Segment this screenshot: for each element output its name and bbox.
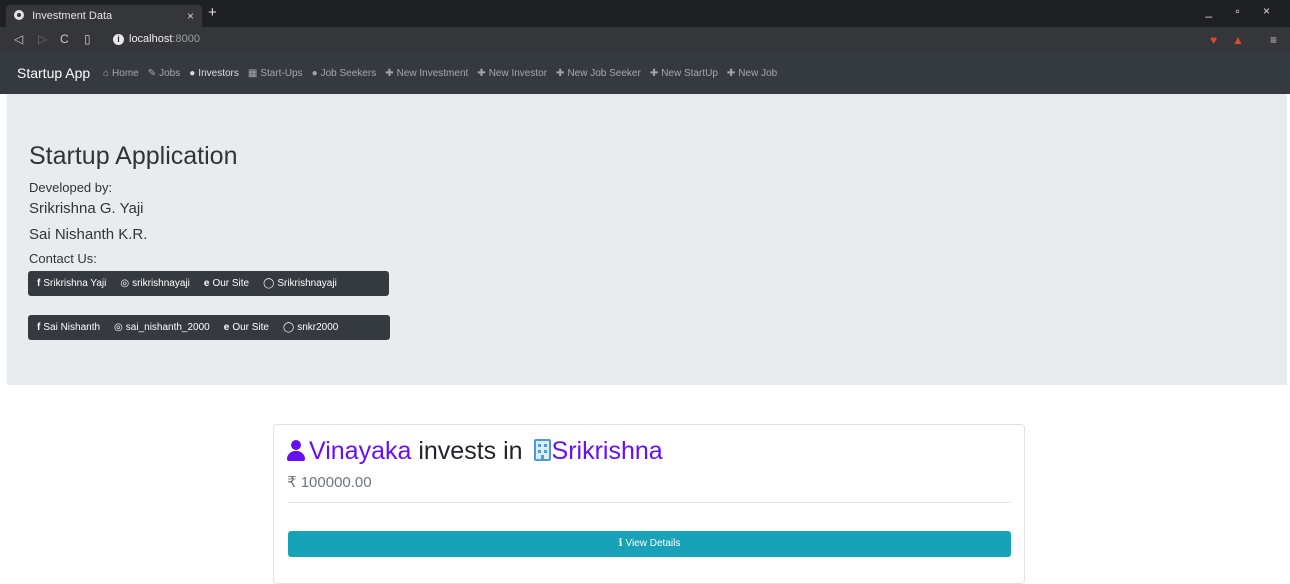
browser-tab-bar: Investment Data × + _ ▫ × [0,0,1290,27]
building-icon [533,439,551,461]
plus-icon: ✚ [477,68,486,79]
globe-icon: e [203,278,210,289]
tab-close-icon[interactable]: × [187,5,194,27]
user-icon: ● [311,68,318,79]
link-label: Our Site [232,322,269,333]
address-bar: ◁ ▷ C ▯ i localhost:8000 ♥ ▲ ≡ [0,27,1290,52]
github-link[interactable]: ◯ snkr2000 [283,322,338,333]
user-icon: ● [189,68,196,79]
view-details-label: View Details [625,538,681,549]
nav-new-job-seeker[interactable]: ✚ New Job Seeker [556,68,641,79]
contact-label: Contact Us: [29,251,97,266]
info-icon: i [618,538,623,549]
link-label: Our Site [212,278,250,289]
contact-bar-sai-nishanth: f Sai Nishanth ◎ sai_nishanth_2000 e Our Si… [28,315,390,340]
facebook-link[interactable]: f Srikrishna Yaji [37,278,106,289]
nav-investors[interactable]: ● Investors [189,68,239,79]
favicon-icon [14,10,24,20]
link-label: srikrishnayaji [132,278,190,289]
nav-label: Jobs [159,68,181,79]
developed-by-label: Developed by: [29,180,113,195]
site-info-icon[interactable]: i [113,34,124,45]
bookmark-icon[interactable]: ▯ [84,32,91,46]
nav-home[interactable]: ⌂ Home [103,68,139,79]
nav-new-investor[interactable]: ✚ New Investor [477,68,547,79]
app-navbar: Startup App ⌂ Home ✎ Jobs ● Investors ▦ Star… [0,52,1290,94]
window-controls[interactable]: _ ▫ × [1205,4,1280,18]
nav-label: New Job [738,68,778,79]
nav-new-startup[interactable]: ✚ New StartUp [650,68,718,79]
building-icon: ▦ [247,68,258,79]
github-icon: ◯ [263,278,275,289]
divider [287,502,1011,503]
link-label: sai_nishanth_2000 [125,322,210,333]
plus-icon: ✚ [649,68,659,79]
page-title: Startup Application [29,142,238,170]
menu-icon[interactable]: ≡ [1270,33,1277,47]
link-label: snkr2000 [297,322,339,333]
user-icon [287,439,305,461]
nav-label: Home [112,68,139,79]
url-field[interactable]: localhost:8000 [129,33,200,45]
nav-label: Job Seekers [320,68,377,79]
nav-label: Start-Ups [260,68,303,79]
nav-label: New StartUp [661,68,718,79]
nav-new-investment[interactable]: ✚ New Investment [385,68,468,79]
instagram-icon: ◎ [114,322,123,333]
nav-label: New Job Seeker [567,68,641,79]
nav-jobs[interactable]: ✎ Jobs [148,68,181,79]
nav-startups[interactable]: ▦ Start-Ups [248,68,303,79]
investment-title: Vinayaka invests in Srikrishna [287,437,663,466]
new-tab-button[interactable]: + [208,4,217,21]
plus-icon: ✚ [556,68,565,79]
nav-label: New Investment [396,68,469,79]
back-icon[interactable]: ◁ [14,32,23,46]
nav-label: New Investor [488,68,548,79]
tab-title: Investment Data [32,10,113,22]
globe-icon: e [223,322,230,333]
home-icon: ⌂ [103,68,110,79]
view-details-button[interactable]: i View Details [288,531,1011,557]
instagram-link[interactable]: ◎ sai_nishanth_2000 [114,322,210,333]
url-host: localhost [129,33,173,45]
facebook-link[interactable]: f Sai Nishanth [37,322,100,333]
link-label: Sai Nishanth [43,322,101,333]
contact-bar-srikrishna: f Srikrishna Yaji ◎ srikrishnayaji e Our Si… [28,271,389,296]
nav-job-seekers[interactable]: ● Job Seekers [312,68,377,79]
site-link[interactable]: e Our Site [204,278,249,289]
link-label: Srikrishnayaji [277,278,337,289]
url-port: :8000 [172,33,200,45]
plus-icon: ✚ [726,68,736,79]
rewards-icon[interactable]: ▲ [1232,33,1244,47]
wrench-icon: ✎ [147,68,157,79]
nav-label: Investors [198,68,239,79]
developer-name: Srikrishna G. Yaji [29,200,144,217]
invests-in-text: invests in [411,437,530,465]
site-link[interactable]: e Our Site [224,322,269,333]
investment-amount: ₹ 100000.00 [287,474,372,491]
forward-icon[interactable]: ▷ [38,32,47,46]
startup-link[interactable]: Srikrishna [552,437,663,465]
brave-shield-icon[interactable]: ♥ [1210,33,1217,47]
browser-tab[interactable]: Investment Data × [6,5,202,27]
instagram-link[interactable]: ◎ srikrishnayaji [120,278,190,289]
reload-icon[interactable]: C [60,32,69,46]
github-link[interactable]: ◯ Srikrishnayaji [263,278,337,289]
link-label: Srikrishna Yaji [43,278,107,289]
developer-name: Sai Nishanth K.R. [29,226,148,243]
investor-link[interactable]: Vinayaka [309,437,411,465]
jumbotron: Startup Application Developed by: Srikri… [7,94,1287,385]
plus-icon: ✚ [385,68,394,79]
github-icon: ◯ [283,322,295,333]
brand-link[interactable]: Startup App [17,65,90,81]
facebook-icon: f [37,278,41,289]
nav-new-job[interactable]: ✚ New Job [727,68,777,79]
facebook-icon: f [37,322,41,333]
nav-links: ⌂ Home ✎ Jobs ● Investors ▦ Start-Ups ● Job S… [103,68,786,79]
instagram-icon: ◎ [120,278,130,289]
investment-card: Vinayaka invests in Srikrishna ₹ 100000.… [273,424,1025,584]
